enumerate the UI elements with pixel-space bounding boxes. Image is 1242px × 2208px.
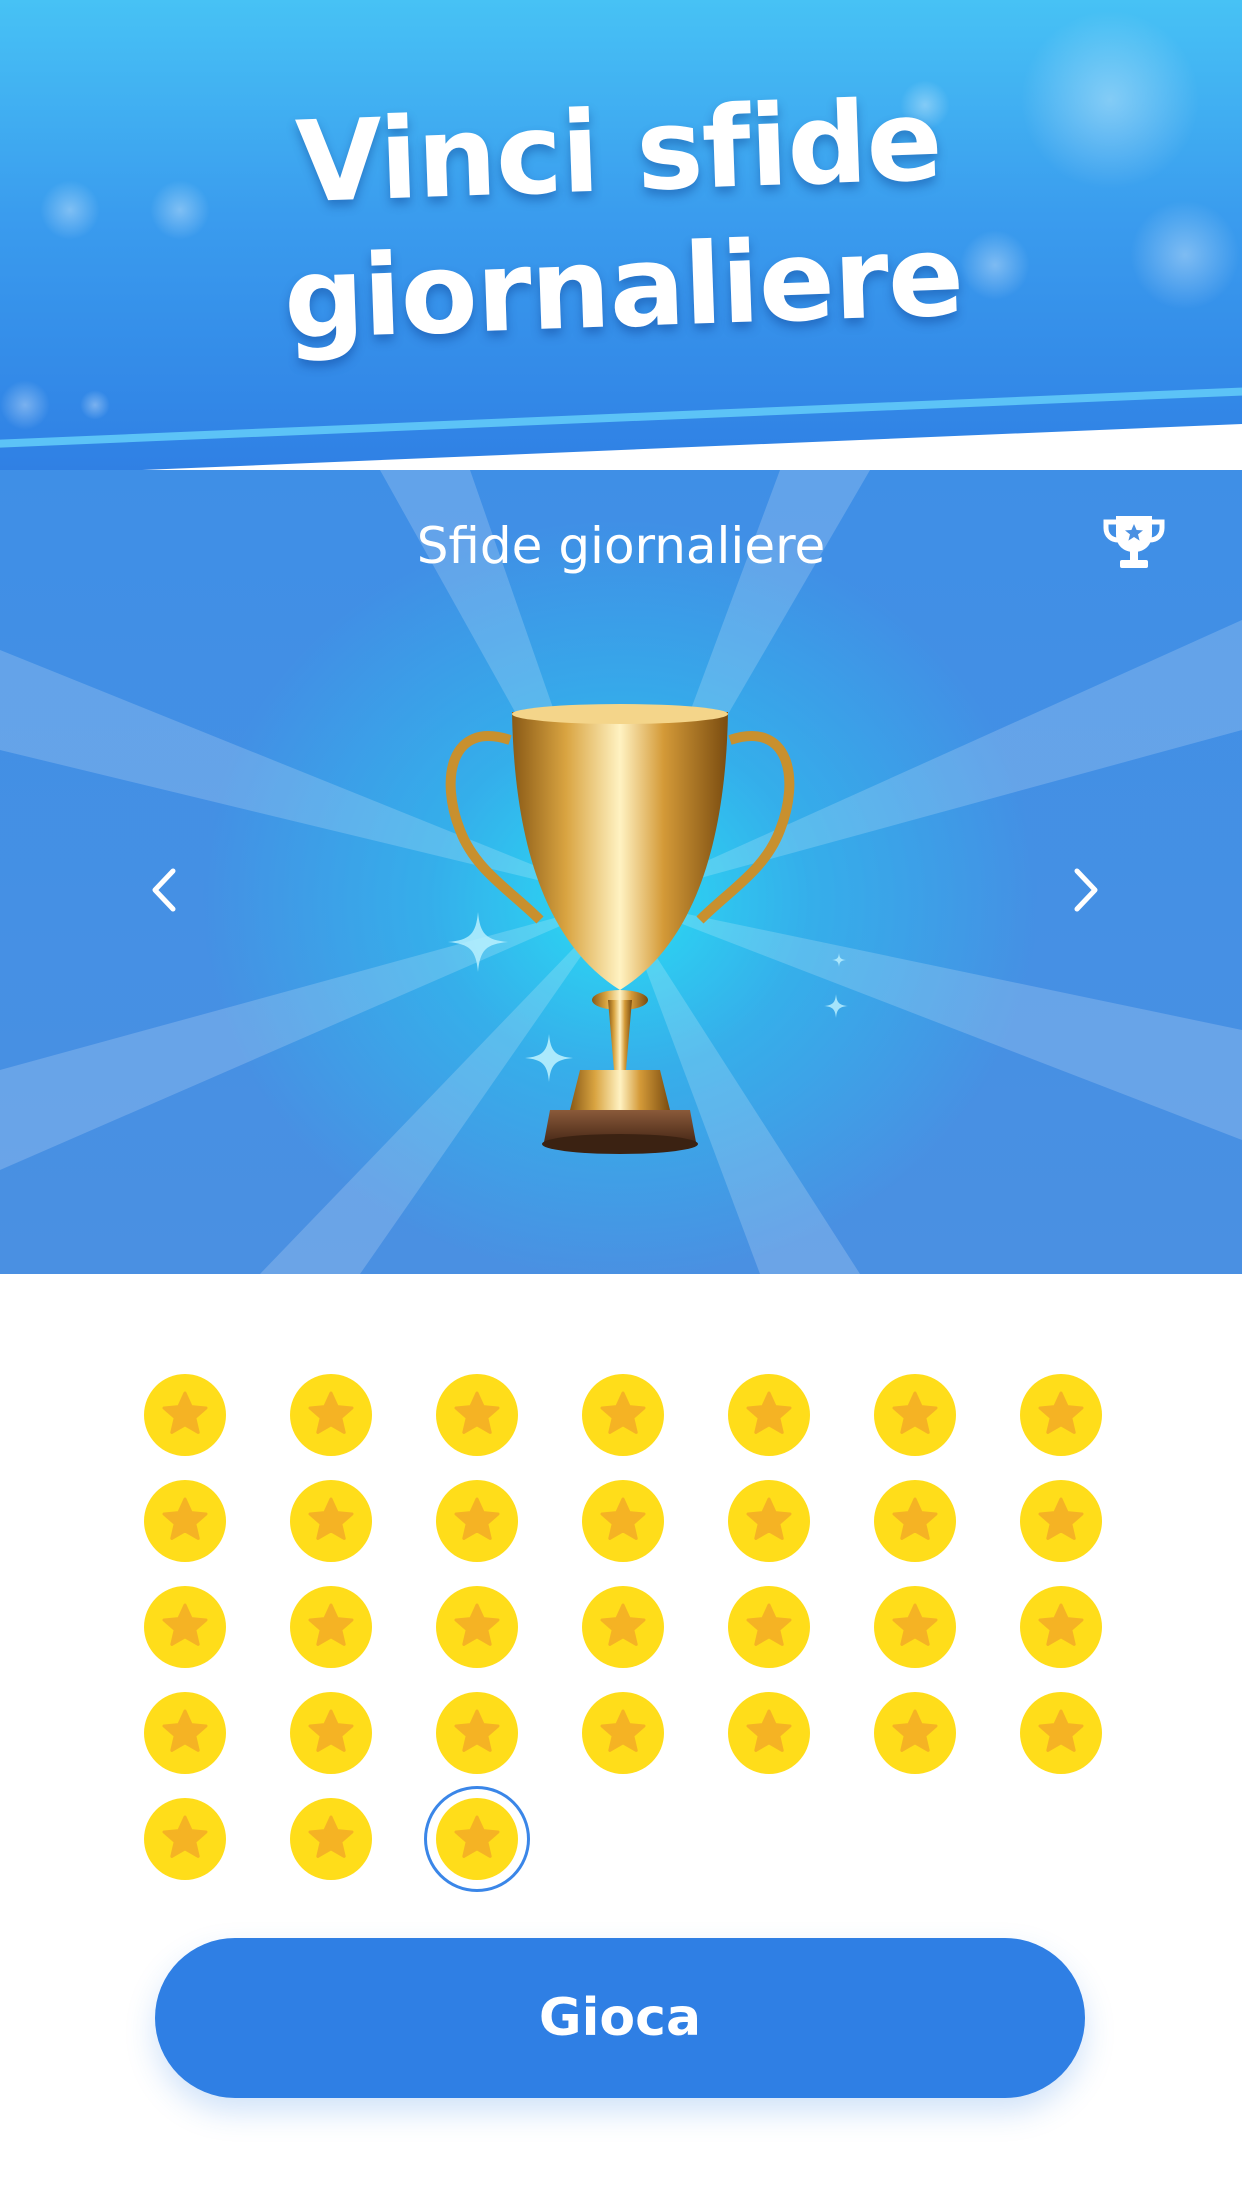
day-star-coin-current[interactable] [436, 1798, 518, 1880]
hero-title: Sfide giornaliere [416, 517, 826, 575]
star-icon [162, 1815, 208, 1858]
chevron-left-icon [152, 868, 176, 912]
star-icon [454, 1391, 500, 1434]
sparkle-decoration [824, 994, 848, 1018]
day-star-coin[interactable] [436, 1692, 518, 1774]
day-star-coin[interactable] [874, 1480, 956, 1562]
star-icon [746, 1603, 792, 1646]
sparkle-decoration [525, 1034, 573, 1082]
star-icon [600, 1391, 646, 1434]
trophy-button[interactable] [1098, 506, 1170, 578]
headline: Vinci sfide giornaliere [0, 62, 1242, 377]
star-icon [892, 1391, 938, 1434]
star-icon [892, 1603, 938, 1646]
star-icon [746, 1709, 792, 1752]
star-icon [892, 1709, 938, 1752]
day-star-coin[interactable] [436, 1374, 518, 1456]
star-icon [600, 1603, 646, 1646]
star-icon [308, 1497, 354, 1540]
star-icon [454, 1603, 500, 1646]
star-icon [162, 1709, 208, 1752]
day-star-coin[interactable] [874, 1692, 956, 1774]
day-star-coin[interactable] [436, 1586, 518, 1668]
day-star-coin[interactable] [290, 1586, 372, 1668]
star-icon [1038, 1709, 1084, 1752]
star-icon [1038, 1603, 1084, 1646]
day-star-coin[interactable] [144, 1374, 226, 1456]
star-icon [454, 1815, 500, 1858]
star-icon [600, 1497, 646, 1540]
day-star-coin[interactable] [290, 1374, 372, 1456]
day-star-coin[interactable] [582, 1480, 664, 1562]
day-star-coin[interactable] [582, 1374, 664, 1456]
star-icon [162, 1497, 208, 1540]
day-star-coin[interactable] [290, 1692, 372, 1774]
star-icon [746, 1497, 792, 1540]
day-star-coin[interactable] [144, 1586, 226, 1668]
day-star-coin[interactable] [144, 1480, 226, 1562]
star-icon [162, 1603, 208, 1646]
day-star-coin[interactable] [874, 1586, 956, 1668]
day-star-coin[interactable] [144, 1798, 226, 1880]
day-star-coin[interactable] [1020, 1480, 1102, 1562]
sparkle-decoration [448, 912, 508, 972]
day-star-coin[interactable] [582, 1692, 664, 1774]
day-star-coin[interactable] [1020, 1586, 1102, 1668]
star-icon [454, 1709, 500, 1752]
star-icon [746, 1391, 792, 1434]
star-icon [308, 1815, 354, 1858]
header-banner: Vinci sfide giornaliere [0, 0, 1242, 476]
sparkle-decoration [832, 953, 846, 967]
star-icon [1038, 1497, 1084, 1540]
star-icon [162, 1391, 208, 1434]
previous-button[interactable] [135, 860, 195, 920]
star-icon [600, 1709, 646, 1752]
day-star-coin[interactable] [290, 1798, 372, 1880]
star-progress-grid [144, 1374, 1104, 1880]
day-star-coin[interactable] [582, 1586, 664, 1668]
play-button[interactable]: Gioca [155, 1938, 1085, 2098]
trophy-icon [1103, 516, 1165, 568]
star-icon [308, 1603, 354, 1646]
day-star-coin[interactable] [1020, 1374, 1102, 1456]
chevron-right-icon [1074, 868, 1098, 912]
day-star-coin[interactable] [728, 1692, 810, 1774]
day-star-coin[interactable] [290, 1480, 372, 1562]
star-icon [892, 1497, 938, 1540]
next-button[interactable] [1055, 860, 1115, 920]
day-star-coin[interactable] [144, 1692, 226, 1774]
star-icon [308, 1709, 354, 1752]
day-star-coin[interactable] [874, 1374, 956, 1456]
star-icon [308, 1391, 354, 1434]
day-star-coin[interactable] [728, 1374, 810, 1456]
day-star-coin[interactable] [436, 1480, 518, 1562]
day-star-coin[interactable] [1020, 1692, 1102, 1774]
day-star-coin[interactable] [728, 1586, 810, 1668]
day-star-coin[interactable] [728, 1480, 810, 1562]
star-icon [454, 1497, 500, 1540]
star-icon [1038, 1391, 1084, 1434]
